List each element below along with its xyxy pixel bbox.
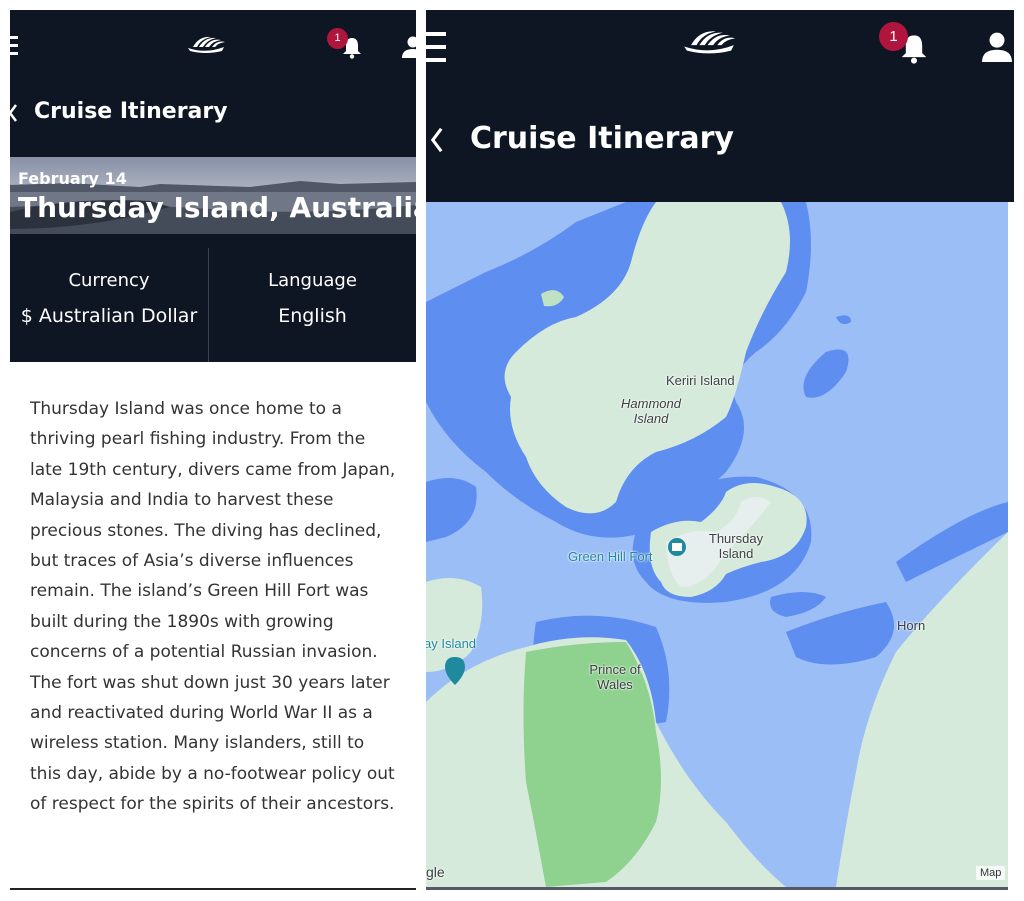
- google-attribution: gle: [426, 864, 445, 880]
- reef-ne: [836, 315, 851, 325]
- map-tag[interactable]: Map: [976, 866, 1006, 880]
- page-title: Cruise Itinerary: [34, 99, 228, 124]
- map-label-green-hill-fort: Green Hill Fort: [568, 549, 653, 564]
- top-header: 1 Cruise Itinerary: [426, 10, 1014, 202]
- map-label-horn: Horn: [897, 618, 926, 633]
- currency-value: $ Australian Dollar: [20, 305, 198, 327]
- user-profile-icon[interactable]: [982, 32, 1012, 62]
- notification-count-badge: 1: [879, 22, 908, 51]
- back-chevron-icon[interactable]: [10, 104, 18, 122]
- itinerary-map-screen: 1 Cruise Itinerary Keriri Island Hammond…: [426, 10, 1014, 891]
- port-info-row: Currency $ Australian Dollar Language En…: [10, 248, 416, 362]
- user-profile-icon[interactable]: [402, 36, 416, 58]
- port-date: February 14: [18, 169, 127, 188]
- top-header: 1 Cruise Itinerary February 14 Thursday …: [10, 10, 416, 362]
- map-bottom-border: [426, 887, 1008, 890]
- port-map[interactable]: Keriri Island Hammond Island Green Hill …: [426, 202, 1008, 887]
- port-hero-image: February 14 Thursday Island, Australia: [10, 157, 416, 234]
- bottom-divider: [10, 888, 416, 890]
- language-value: English: [278, 305, 347, 327]
- port-description: Thursday Island was once home to a thriv…: [30, 399, 396, 815]
- reef-mid: [770, 592, 826, 617]
- viking-ship-logo-icon: [188, 36, 225, 53]
- map-label-edge-island: ay Island: [426, 636, 477, 651]
- horn-island-land: [836, 532, 1008, 887]
- hamburger-menu-icon[interactable]: [426, 32, 446, 62]
- language-label: Language: [268, 270, 357, 291]
- currency-cell: Currency $ Australian Dollar: [10, 248, 208, 362]
- reef-east: [803, 349, 849, 398]
- viking-ship-logo-icon: [684, 31, 736, 54]
- notification-count-badge: 1: [327, 28, 348, 49]
- museum-icon: [672, 543, 682, 551]
- map-label-hammond: Hammond Island: [621, 396, 681, 426]
- map-label-thursday: Thursday Island: [708, 531, 764, 561]
- port-name: Thursday Island, Australia: [18, 191, 416, 224]
- currency-label: Currency: [68, 270, 150, 291]
- hamburger-menu-icon[interactable]: [10, 36, 18, 56]
- language-cell: Language English: [209, 248, 416, 362]
- page-title: Cruise Itinerary: [470, 121, 734, 156]
- itinerary-detail-screen: 1 Cruise Itinerary February 14 Thursday …: [10, 10, 416, 891]
- map-label-prince-of-wales: Prince of Wales: [589, 662, 641, 692]
- back-chevron-icon[interactable]: [430, 127, 444, 153]
- map-label-keriri: Keriri Island: [666, 373, 735, 388]
- reef-west: [426, 478, 477, 542]
